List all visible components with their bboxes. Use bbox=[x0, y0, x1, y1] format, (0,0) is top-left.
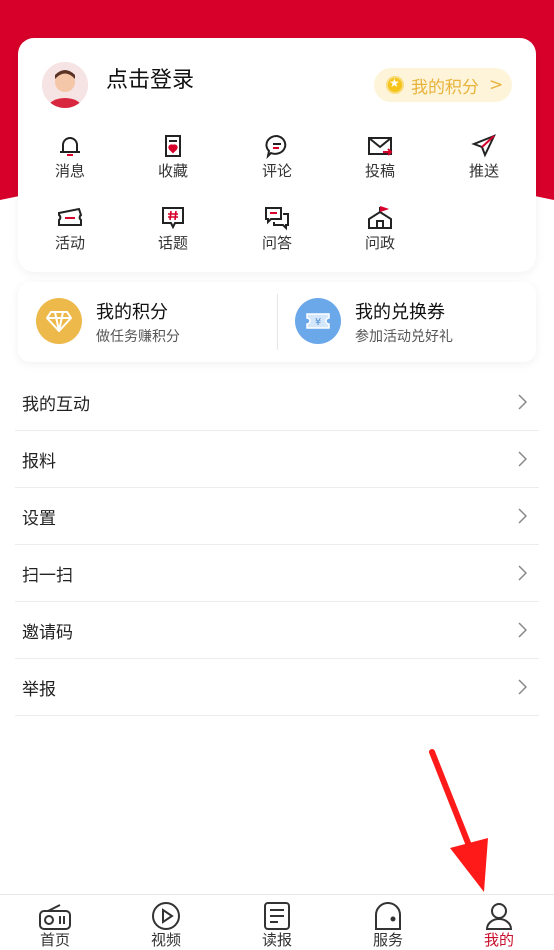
tab-video[interactable]: 视频 bbox=[111, 897, 221, 949]
menu-item-label: 扫一扫 bbox=[22, 565, 73, 586]
tab-newspaper[interactable]: 读报 bbox=[222, 897, 332, 949]
grid-item-label: 问政 bbox=[364, 234, 395, 252]
menu-item-label: 邀请码 bbox=[22, 622, 73, 643]
tab-label: 首页 bbox=[39, 931, 70, 949]
menu-item-label: 我的互动 bbox=[22, 394, 90, 415]
grid-item-label: 消息 bbox=[54, 162, 85, 180]
chevron-right-icon bbox=[518, 565, 527, 581]
grid-item-label: 收藏 bbox=[157, 162, 188, 180]
grid-item-comments[interactable]: 评论 bbox=[237, 132, 317, 180]
grid-item-topics[interactable]: 话题 bbox=[133, 204, 213, 252]
chevron-right-icon bbox=[518, 451, 527, 467]
grid-item-label: 活动 bbox=[54, 234, 85, 252]
my-points-subtitle: 做任务赚积分 bbox=[96, 329, 180, 345]
play-icon bbox=[111, 897, 221, 931]
grid-item-submit[interactable]: 投稿 bbox=[340, 132, 420, 180]
grid-item-label: 评论 bbox=[261, 162, 292, 180]
avatar[interactable] bbox=[42, 62, 88, 108]
profile-card: 点击登录 我的积分 > 消息 收藏 评论 bbox=[18, 38, 536, 272]
menu-item-report-news[interactable]: 报料 bbox=[15, 431, 539, 488]
grid-item-messages[interactable]: 消息 bbox=[30, 132, 110, 180]
grid-item-label: 话题 bbox=[157, 234, 188, 252]
grid-item-favorites[interactable]: 收藏 bbox=[133, 132, 213, 180]
my-points-entry[interactable]: 我的积分 做任务赚积分 bbox=[18, 282, 277, 362]
bottom-tab-bar: 首页 视频 读报 服务 我的 bbox=[0, 894, 554, 950]
tab-label: 服务 bbox=[372, 931, 403, 949]
grid-item-label: 问答 bbox=[261, 234, 292, 252]
menu-item-report[interactable]: 举报 bbox=[15, 659, 539, 716]
menu-item-scan[interactable]: 扫一扫 bbox=[15, 545, 539, 602]
bell-icon bbox=[30, 132, 110, 160]
favorite-icon bbox=[133, 132, 213, 160]
menu-item-label: 举报 bbox=[22, 679, 56, 700]
my-coupons-entry[interactable]: ¥ 我的兑换券 参加活动兑好礼 bbox=[277, 282, 536, 362]
settings-menu: 我的互动 报料 设置 扫一扫 邀请码 举报 bbox=[15, 374, 539, 716]
grid-item-push[interactable]: 推送 bbox=[444, 132, 524, 180]
tab-label: 视频 bbox=[150, 931, 181, 949]
service-icon bbox=[333, 897, 443, 931]
qa-icon bbox=[237, 204, 317, 232]
grid-item-label: 推送 bbox=[468, 162, 499, 180]
tab-label: 读报 bbox=[261, 931, 292, 949]
government-icon bbox=[340, 204, 420, 232]
menu-item-settings[interactable]: 设置 bbox=[15, 488, 539, 545]
coupon-symbol: ¥ bbox=[315, 317, 321, 328]
login-link[interactable]: 点击登录 bbox=[106, 66, 194, 96]
menu-item-label: 设置 bbox=[22, 508, 56, 529]
tab-service[interactable]: 服务 bbox=[333, 897, 443, 949]
my-coupons-title: 我的兑换券 bbox=[355, 302, 445, 323]
diamond-icon bbox=[36, 298, 82, 344]
chevron-right-icon bbox=[518, 679, 527, 695]
grid-item-events[interactable]: 活动 bbox=[30, 204, 110, 252]
grid-item-government[interactable]: 问政 bbox=[340, 204, 420, 252]
menu-item-invite-code[interactable]: 邀请码 bbox=[15, 602, 539, 659]
radio-icon bbox=[0, 897, 110, 931]
points-pill-button[interactable]: 我的积分 > bbox=[374, 68, 512, 102]
tab-label: 我的 bbox=[483, 931, 514, 949]
chevron-right-icon: > bbox=[489, 75, 504, 95]
points-pill-label: 我的积分 bbox=[411, 77, 479, 98]
grid-item-label: 投稿 bbox=[364, 162, 395, 180]
chevron-right-icon bbox=[518, 622, 527, 638]
menu-item-interactions[interactable]: 我的互动 bbox=[15, 374, 539, 431]
newspaper-icon bbox=[222, 897, 332, 931]
tab-home[interactable]: 首页 bbox=[0, 897, 110, 949]
menu-item-label: 报料 bbox=[22, 451, 56, 472]
tab-mine[interactable]: 我的 bbox=[444, 897, 554, 949]
ticket-icon bbox=[30, 204, 110, 232]
grid-item-qa[interactable]: 问答 bbox=[237, 204, 317, 252]
points-coupon-card: 我的积分 做任务赚积分 ¥ 我的兑换券 参加活动兑好礼 bbox=[18, 282, 536, 362]
chevron-right-icon bbox=[518, 508, 527, 524]
annotation-arrow bbox=[420, 740, 510, 900]
my-coupons-subtitle: 参加活动兑好礼 bbox=[355, 329, 453, 345]
coupon-icon: ¥ bbox=[295, 298, 341, 344]
my-points-title: 我的积分 bbox=[96, 302, 168, 323]
comment-icon bbox=[237, 132, 317, 160]
user-icon bbox=[444, 897, 554, 931]
topic-icon bbox=[133, 204, 213, 232]
mail-icon bbox=[340, 132, 420, 160]
coin-icon bbox=[386, 76, 404, 94]
chevron-right-icon bbox=[518, 394, 527, 410]
send-icon bbox=[444, 132, 524, 160]
